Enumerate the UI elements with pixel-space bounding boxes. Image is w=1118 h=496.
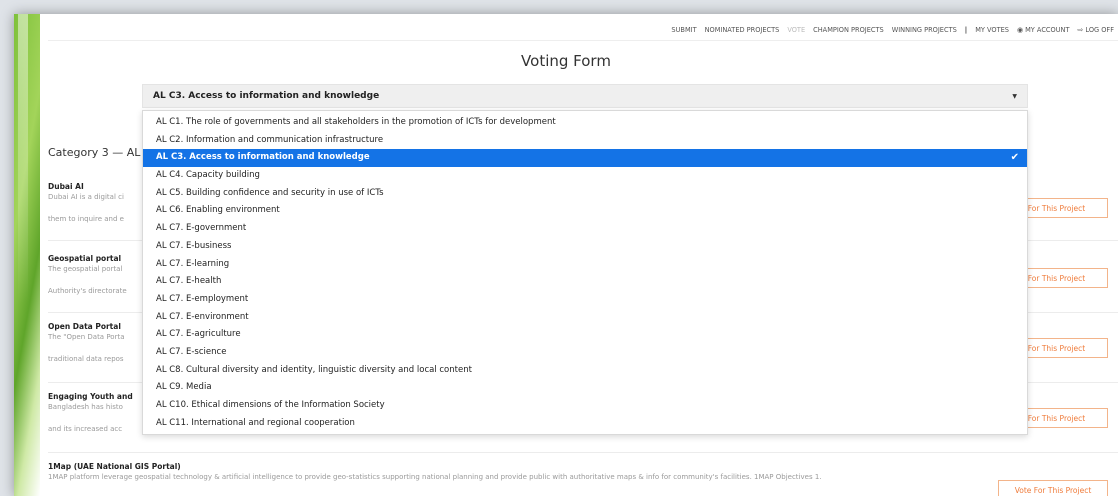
dropdown-option[interactable]: AL C6. Enabling environment <box>143 202 1027 220</box>
dropdown-option[interactable]: AL C9. Media <box>143 379 1027 397</box>
nav-winning-projects[interactable]: WINNING PROJECTS <box>892 26 957 34</box>
dropdown-option[interactable]: AL C10. Ethical dimensions of the Inform… <box>143 397 1027 415</box>
header-divider <box>48 40 1118 41</box>
dropdown-option-label: AL C4. Capacity building <box>156 170 260 181</box>
dropdown-option-label: AL C2. Information and communication inf… <box>156 134 384 145</box>
divider <box>48 452 1118 453</box>
dropdown-option-label: AL C8. Cultural diversity and identity, … <box>156 364 472 375</box>
dropdown-option-label: AL C9. Media <box>156 382 212 393</box>
dropdown-option[interactable]: AL C8. Cultural diversity and identity, … <box>143 362 1027 380</box>
dropdown-option-label: AL C10. Ethical dimensions of the Inform… <box>156 400 385 410</box>
dropdown-option[interactable]: AL C7. E-environment <box>143 309 1027 327</box>
category-heading: Category 3 — AL <box>48 146 141 159</box>
nav-champion-projects[interactable]: CHAMPION PROJECTS <box>813 26 884 34</box>
dropdown-option-label: AL C5. Building confidence and security … <box>156 187 384 198</box>
dropdown-option-label: AL C7. E-health <box>156 276 222 287</box>
dropdown-option[interactable]: AL C7. E-science <box>143 344 1027 362</box>
project-description: 1MAP platform leverage geospatial techno… <box>48 473 822 481</box>
user-circle-icon: ◉ <box>1017 26 1024 34</box>
checkmark-icon: ✔ <box>1010 152 1019 164</box>
dropdown-option-label: AL C7. E-learning <box>156 258 230 269</box>
top-navigation: SUBMIT NOMINATED PROJECTS VOTE CHAMPION … <box>671 24 1114 36</box>
project-item: 1Map (UAE National GIS Portal) 1MAP plat… <box>48 462 1118 481</box>
page-frame: SUBMIT NOMINATED PROJECTS VOTE CHAMPION … <box>14 14 1118 496</box>
logout-icon: ⇨ <box>1077 26 1084 34</box>
nav-my-account-label: MY ACCOUNT <box>1025 26 1070 34</box>
nav-log-off-label: LOG OFF <box>1085 26 1114 34</box>
leaf-decoration <box>14 14 40 496</box>
dropdown-option[interactable]: AL C3. Access to information and knowled… <box>143 149 1027 168</box>
dropdown-option-label: AL C7. E-government <box>156 223 247 234</box>
dropdown-option[interactable]: AL C7. E-learning <box>143 256 1027 274</box>
dropdown-option[interactable]: AL C5. Building confidence and security … <box>143 185 1027 203</box>
dropdown-option-label: AL C11. International and regional coope… <box>156 417 355 428</box>
caret-down-icon: ▼ <box>1012 92 1017 100</box>
dropdown-option[interactable]: AL C7. E-agriculture <box>143 326 1027 344</box>
project-title: 1Map (UAE National GIS Portal) <box>48 462 181 471</box>
nav-vote[interactable]: VOTE <box>787 26 805 34</box>
dropdown-option-label: AL C7. E-science <box>156 346 227 357</box>
dropdown-option-label: AL C7. E-environment <box>156 311 249 322</box>
dropdown-option[interactable]: AL C1. The role of governments and all s… <box>143 114 1027 132</box>
dropdown-option[interactable]: AL C7. E-employment <box>143 291 1027 309</box>
dropdown-option[interactable]: AL C7. E-government <box>143 220 1027 238</box>
category-select-value: AL C3. Access to information and knowled… <box>153 91 380 101</box>
nav-nominated-projects[interactable]: NOMINATED PROJECTS <box>705 26 780 34</box>
nav-separator: | <box>964 26 968 34</box>
dropdown-option[interactable]: AL C11. International and regional coope… <box>143 415 1027 433</box>
vote-button[interactable]: Vote For This Project <box>998 480 1108 496</box>
dropdown-option-label: AL C6. Enabling environment <box>156 205 280 216</box>
nav-my-account[interactable]: ◉ MY ACCOUNT <box>1017 26 1070 34</box>
category-dropdown-list[interactable]: AL C1. The role of governments and all s… <box>142 110 1028 435</box>
dropdown-option-label: AL C7. E-business <box>156 240 232 251</box>
nav-my-votes[interactable]: MY VOTES <box>975 26 1009 34</box>
dropdown-option-label: AL C1. The role of governments and all s… <box>156 117 556 127</box>
nav-log-off[interactable]: ⇨ LOG OFF <box>1078 26 1114 34</box>
category-select[interactable]: AL C3. Access to information and knowled… <box>142 84 1028 108</box>
nav-submit[interactable]: SUBMIT <box>671 26 696 34</box>
page-title: Voting Form <box>521 52 611 70</box>
dropdown-option-label: AL C7. E-agriculture <box>156 329 241 340</box>
dropdown-option[interactable]: AL C4. Capacity building <box>143 167 1027 185</box>
dropdown-option-label: AL C7. E-employment <box>156 293 249 304</box>
dropdown-option[interactable]: AL C7. E-business <box>143 238 1027 256</box>
dropdown-option-label: AL C3. Access to information and knowled… <box>156 152 370 163</box>
dropdown-option[interactable]: AL C2. Information and communication inf… <box>143 132 1027 150</box>
dropdown-option[interactable]: AL C7. E-health <box>143 273 1027 291</box>
